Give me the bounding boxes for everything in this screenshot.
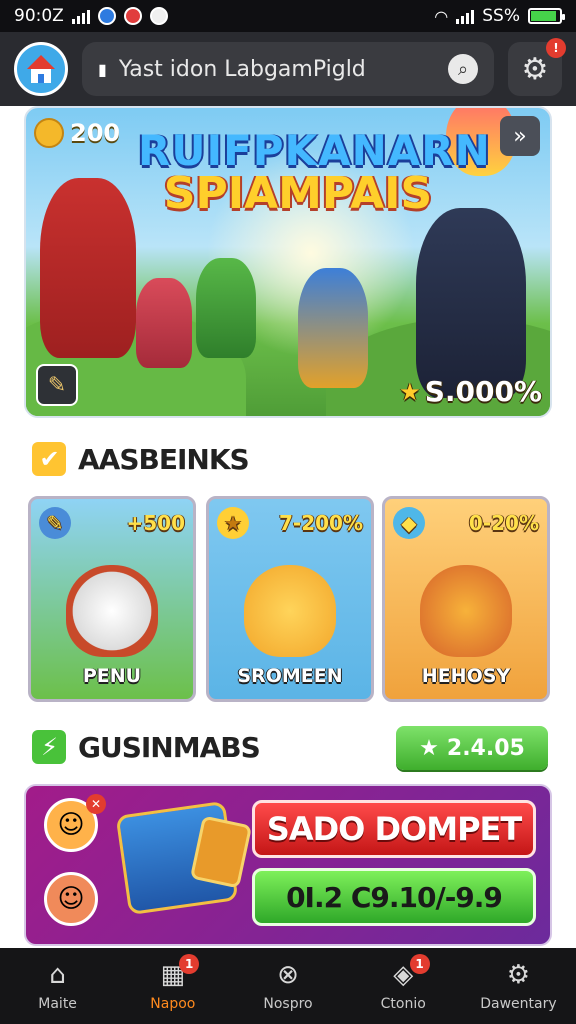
- app-notification-icon: [123, 7, 142, 25]
- search-label: Yast idon LabgamPigld: [118, 56, 366, 82]
- gear-icon: ⚙: [506, 960, 531, 990]
- mascot-bear: [420, 565, 512, 657]
- nav-item-settings[interactable]: ⚙ Dawentary: [461, 948, 576, 1024]
- card-name: HEHOSY: [421, 665, 511, 687]
- wallet-button[interactable]: SADO DOMPET: [252, 800, 536, 858]
- signal-icon: [71, 8, 90, 24]
- card-name: PENU: [82, 665, 142, 687]
- reward-value: 2.4.05: [446, 735, 525, 761]
- section-title-1: ✔ AASBEINKS: [32, 442, 250, 476]
- reward-pill[interactable]: ★ 2.4.05: [396, 726, 548, 770]
- app-notification-icon: [149, 7, 168, 25]
- hero-banner[interactable]: 200 RUIFPKANARN SPIAMPAIS » ✎ ★ S.000%: [24, 106, 552, 418]
- section-title-text: GUSINMABS: [78, 730, 261, 764]
- banner-title: RUIFPKANARN SPIAMPAIS: [138, 126, 491, 219]
- card-value: 0-20%: [468, 511, 539, 535]
- wifi-icon: ◠: [434, 6, 449, 26]
- home-icon: ⌂: [49, 960, 66, 990]
- character-chef: [40, 178, 136, 358]
- house-icon: [27, 55, 55, 83]
- bottom-nav: ⌂ Maite ▦ 1 Napoo ⊗ Nospro ◈ 1 Ctonio ⚙ …: [0, 948, 576, 1024]
- lock-icon: ▮: [98, 59, 107, 79]
- game-card-2[interactable]: ★ 7-200% SROMEEN: [206, 496, 374, 702]
- prize-label: ★ S.000%: [399, 375, 542, 408]
- close-badge-icon[interactable]: ✕: [86, 794, 106, 814]
- banner-title-line1: RUIFPKANARN: [138, 126, 491, 175]
- star-icon: ★: [399, 377, 421, 406]
- card-value: 7-200%: [278, 511, 363, 535]
- lightning-icon: ⚡: [32, 730, 66, 764]
- notification-badge: !: [546, 38, 566, 58]
- game-card-3[interactable]: ◆ 0-20% HEHOSY: [382, 496, 550, 702]
- status-bar: 90:0Z ◠ SS%: [0, 0, 576, 32]
- nav-badge: 1: [179, 954, 200, 974]
- star-icon: ★: [419, 735, 439, 761]
- cell-signal-icon: [456, 8, 475, 24]
- promo-panel: ☺ ✕ ☺ SADO DOMPET 0I.2 C9.10/-9.9: [24, 784, 552, 946]
- nav-badge: 1: [409, 954, 430, 974]
- prize-value: S.000%: [424, 375, 542, 408]
- character-knight: [416, 208, 526, 398]
- character-face-icon: ☺: [44, 872, 98, 926]
- game-card-1[interactable]: ✎ +500 PENU: [28, 496, 196, 702]
- nav-item-home[interactable]: ⌂ Maite: [0, 948, 115, 1024]
- nav-item-calendar[interactable]: ▦ 1 Napoo: [115, 948, 230, 1024]
- nav-label: Ctonio: [380, 996, 426, 1012]
- banner-title-line2: SPIAMPAIS: [163, 168, 433, 219]
- ticket-icon: ✔: [32, 442, 66, 476]
- gem-icon: ◆: [393, 507, 425, 539]
- settings-button[interactable]: ⚙ !: [508, 38, 566, 96]
- card-value: +500: [126, 511, 185, 535]
- mascot-bear: [66, 565, 158, 657]
- nav-label: Napoo: [150, 996, 196, 1012]
- pencil-icon: ✎: [47, 372, 67, 398]
- nav-label: Dawentary: [480, 996, 557, 1012]
- search-icon[interactable]: ⌕: [448, 54, 478, 84]
- nav-label: Nospro: [263, 996, 313, 1012]
- app-notification-icon: [97, 7, 116, 25]
- coin-counter: 200: [34, 118, 120, 148]
- section-title-2: ⚡ GUSINMABS: [32, 730, 261, 764]
- coin-icon: [34, 118, 64, 148]
- star-icon: ★: [217, 507, 249, 539]
- status-time: 90:0Z: [14, 6, 64, 26]
- mascot-hamster: [244, 565, 336, 657]
- nav-label: Maite: [38, 996, 77, 1012]
- shield-icon: ✎: [39, 507, 71, 539]
- battery-percent: SS%: [482, 6, 520, 26]
- app-header: ▮ Yast idon LabgamPigld ⌕ ⚙ !: [0, 32, 576, 106]
- forward-icon: »: [513, 123, 527, 149]
- card-name: SROMEEN: [237, 665, 343, 687]
- character-worker: [298, 268, 368, 388]
- edit-button[interactable]: ✎: [36, 364, 78, 406]
- character-boy: [196, 258, 256, 358]
- nav-item-ball[interactable]: ⊗ Nospro: [230, 948, 345, 1024]
- gear-icon: ⚙: [521, 51, 549, 87]
- balance-button[interactable]: 0I.2 C9.10/-9.9: [252, 868, 536, 926]
- ball-icon: ⊗: [277, 960, 299, 990]
- section-title-text: AASBEINKS: [78, 442, 250, 476]
- coin-count: 200: [70, 119, 121, 147]
- battery-icon: [528, 8, 565, 24]
- nav-item-tag[interactable]: ◈ 1 Ctonio: [346, 948, 461, 1024]
- search-bar[interactable]: ▮ Yast idon LabgamPigld ⌕: [82, 42, 494, 96]
- avatar[interactable]: [14, 42, 68, 96]
- character-girl: [136, 278, 192, 368]
- forward-button[interactable]: »: [500, 116, 540, 156]
